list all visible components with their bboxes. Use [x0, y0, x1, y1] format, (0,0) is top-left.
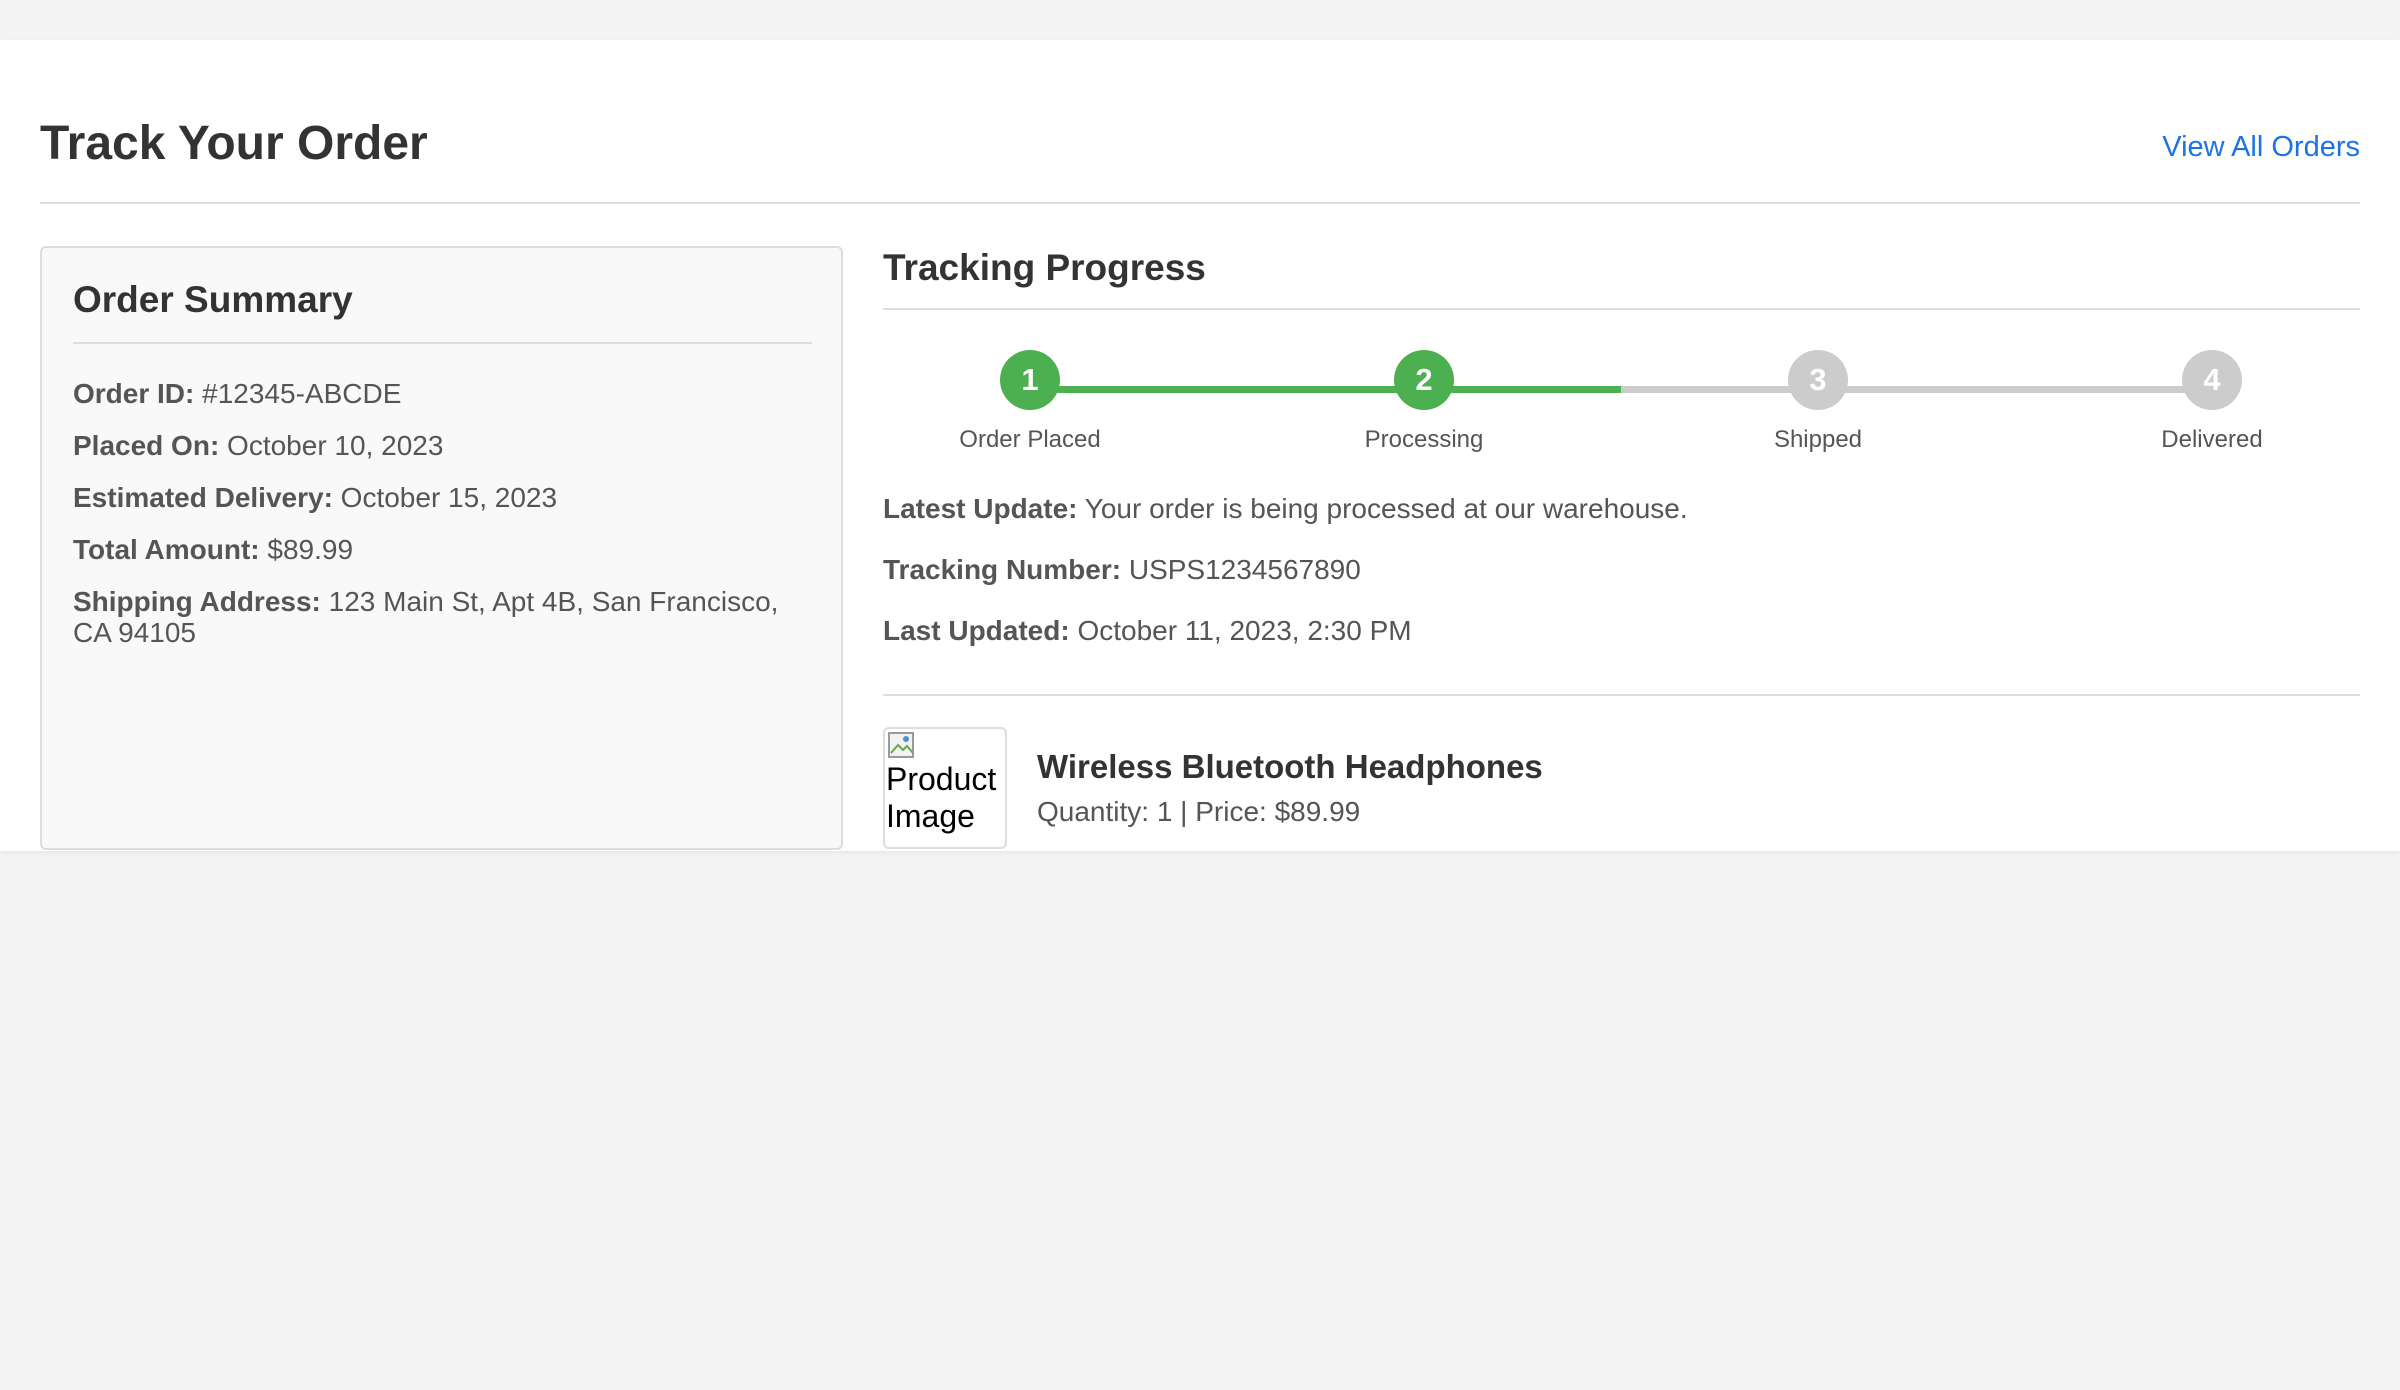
- placed-on-row: Placed On: October 10, 2023: [73, 430, 812, 461]
- page-title: Track Your Order: [40, 117, 428, 170]
- order-summary-title: Order Summary: [73, 279, 353, 320]
- product-image: Product Image: [883, 727, 1007, 849]
- product-name: Wireless Bluetooth Headphones: [1037, 748, 1543, 785]
- step-circle-delivered: 4: [2182, 350, 2242, 410]
- estimated-delivery-label: Estimated Delivery:: [73, 482, 333, 513]
- placed-on-label: Placed On:: [73, 430, 220, 461]
- latest-update-value: Your order is being processed at our war…: [1084, 493, 1688, 524]
- divider: [883, 308, 2360, 310]
- step-circle-processing: 2: [1394, 350, 1454, 410]
- broken-image-icon: [888, 732, 914, 758]
- latest-update-label: Latest Update:: [883, 493, 1078, 524]
- total-amount-value: $89.99: [267, 534, 354, 565]
- step-circle-shipped: 3: [1788, 350, 1848, 410]
- progress-line-pending: [1621, 386, 2212, 393]
- progress-tracker: 1 2 3 4 Order Placed Processing Shipped …: [883, 350, 2360, 460]
- shipping-address-label: Shipping Address:: [73, 586, 321, 617]
- order-tracking-card: Track Your Order View All Orders Order S…: [0, 40, 2400, 851]
- latest-update-row: Latest Update: Your order is being proce…: [883, 492, 2360, 526]
- order-summary-panel: Order Summary Order ID: #12345-ABCDE Pla…: [40, 246, 843, 850]
- shipping-address-row: Shipping Address: 123 Main St, Apt 4B, S…: [73, 586, 812, 648]
- order-id-value: #12345-ABCDE: [202, 378, 402, 409]
- divider: [73, 342, 812, 344]
- step-circle-order-placed: 1: [1000, 350, 1060, 410]
- step-label-shipped: Shipped: [1773, 426, 1863, 453]
- last-updated-value: October 11, 2023, 2:30 PM: [1077, 615, 1412, 646]
- tracking-number-row: Tracking Number: USPS1234567890: [883, 553, 2360, 587]
- tracking-progress-title: Tracking Progress: [883, 247, 1206, 288]
- product-image-alt-text: Product Image: [886, 761, 997, 834]
- order-id-label: Order ID:: [73, 378, 195, 409]
- step-label-processing: Processing: [1364, 426, 1484, 453]
- tracking-number-label: Tracking Number:: [883, 554, 1122, 585]
- estimated-delivery-row: Estimated Delivery: October 15, 2023: [73, 482, 812, 513]
- tracking-number-value: USPS1234567890: [1128, 554, 1361, 585]
- total-amount-row: Total Amount: $89.99: [73, 534, 812, 565]
- page-header: Track Your Order View All Orders: [40, 80, 2360, 204]
- view-all-orders-link[interactable]: View All Orders: [2162, 130, 2360, 164]
- step-label-delivered: Delivered: [2161, 426, 2263, 453]
- estimated-delivery-value: October 15, 2023: [340, 482, 558, 513]
- last-updated-label: Last Updated:: [883, 615, 1070, 646]
- order-id-row: Order ID: #12345-ABCDE: [73, 378, 812, 409]
- divider: [883, 694, 2360, 696]
- progress-line-complete: [1030, 386, 1621, 393]
- product-quantity-price: Quantity: 1 | Price: $89.99: [1037, 796, 1361, 827]
- placed-on-value: October 10, 2023: [227, 430, 444, 461]
- step-label-order-placed: Order Placed: [959, 426, 1101, 453]
- total-amount-label: Total Amount:: [73, 534, 260, 565]
- last-updated-row: Last Updated: October 11, 2023, 2:30 PM: [883, 614, 2360, 648]
